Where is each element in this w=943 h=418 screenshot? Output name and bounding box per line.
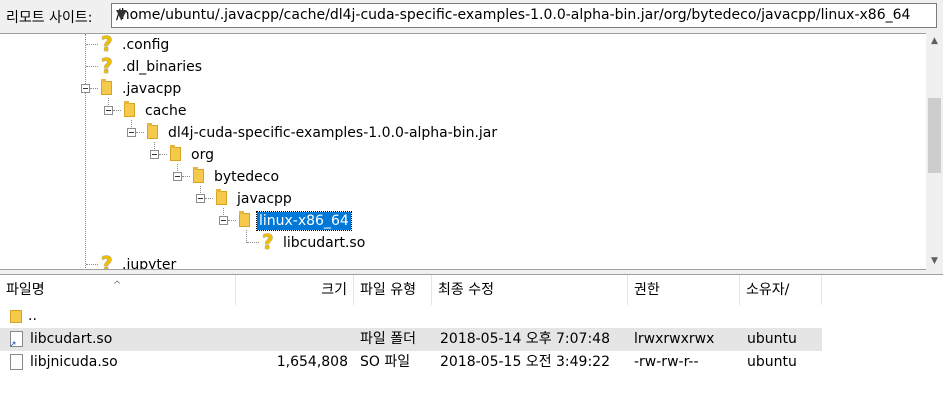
tree-node-label: libcudart.so — [283, 235, 366, 251]
tree-node-label: .config — [122, 37, 170, 53]
collapse-icon[interactable] — [104, 106, 113, 115]
column-header-modified[interactable]: 최종 수정 — [432, 275, 628, 305]
question-icon: ? — [262, 230, 274, 254]
folder-icon — [124, 101, 135, 117]
file-type: 파일 폴더 — [360, 331, 416, 347]
file-name: libjnicuda.so — [30, 354, 118, 370]
folder-icon — [170, 145, 181, 161]
remote-file-list[interactable]: ^ 파일명 크기 파일 유형 최종 수정 권한 소유자/ .. libcudar… — [0, 274, 943, 418]
remote-path-input[interactable]: /home/ubuntu/.javacpp/cache/dl4j-cuda-sp… — [111, 3, 937, 28]
file-type: SO 파일 — [360, 354, 411, 370]
column-header-type[interactable]: 파일 유형 — [354, 275, 432, 305]
file-row-parent[interactable]: .. — [0, 305, 822, 328]
tree-node-label: .dl_binaries — [122, 59, 203, 75]
file-icon — [10, 354, 23, 370]
file-list-header: ^ 파일명 크기 파일 유형 최종 수정 권한 소유자/ — [0, 275, 943, 305]
file-name: libcudart.so — [30, 331, 113, 347]
folder-icon — [147, 123, 158, 139]
tree-node-label: .javacpp — [122, 81, 182, 97]
file-size — [236, 328, 348, 351]
collapse-icon[interactable] — [219, 216, 228, 225]
question-icon: ? — [101, 54, 113, 78]
chevron-down-icon[interactable]: ▼ — [116, 7, 930, 23]
scroll-up-icon[interactable]: ▲ — [926, 33, 943, 50]
question-icon: ? — [101, 33, 113, 56]
tree-node-label: javacpp — [237, 191, 292, 207]
file-modified: 2018-05-14 오후 7:07:48 — [440, 331, 610, 347]
folder-icon — [193, 167, 204, 183]
column-header-size[interactable]: 크기 — [236, 275, 354, 305]
question-icon: ? — [101, 252, 113, 270]
collapse-icon[interactable] — [81, 84, 90, 93]
tree-node-label: linux-x86_64 — [256, 211, 352, 231]
sort-ascending-icon: ^ — [113, 280, 122, 291]
folder-icon — [101, 79, 112, 95]
remote-site-bar: 리모트 사이트: /home/ubuntu/.javacpp/cache/dl4… — [0, 0, 943, 33]
tree-scrollbar[interactable]: ▲ ▼ — [926, 33, 943, 270]
tree-node-label: .jupyter — [122, 257, 177, 270]
collapse-icon[interactable] — [196, 194, 205, 203]
column-header-owner[interactable]: 소유자/ — [740, 275, 822, 305]
file-name: .. — [28, 308, 37, 324]
file-owner: ubuntu — [747, 354, 797, 370]
file-size: 1,654,808 — [276, 354, 348, 370]
remote-directory-tree[interactable]: ? .config ? .dl_binaries .javacpp cache … — [0, 33, 943, 270]
symlink-file-icon — [9, 331, 23, 350]
file-permissions: -rw-rw-r-- — [634, 354, 699, 370]
column-header-filename[interactable]: ^ 파일명 — [0, 275, 236, 305]
folder-icon — [216, 189, 227, 205]
tree-node-label: dl4j-cuda-specific-examples-1.0.0-alpha-… — [168, 125, 498, 141]
remote-site-label: 리모트 사이트: — [6, 10, 93, 26]
file-modified: 2018-05-15 오전 3:49:22 — [440, 354, 610, 370]
collapse-icon[interactable] — [173, 172, 182, 181]
folder-icon — [10, 310, 22, 323]
collapse-icon[interactable] — [150, 150, 159, 159]
tree-node-label: cache — [145, 103, 187, 119]
scroll-down-icon[interactable]: ▼ — [926, 253, 943, 270]
folder-icon — [239, 211, 250, 227]
tree-node-label: org — [191, 147, 214, 163]
column-header-permissions[interactable]: 권한 — [628, 275, 740, 305]
tree-node-label: bytedeco — [214, 169, 280, 185]
file-row-libjnicuda[interactable]: libjnicuda.so 1,654,808 SO 파일 2018-05-15… — [0, 351, 822, 374]
file-row-libcudart[interactable]: libcudart.so 파일 폴더 2018-05-14 오후 7:07:48… — [0, 328, 822, 351]
scrollbar-thumb[interactable] — [928, 98, 941, 173]
file-permissions: lrwxrwxrwx — [634, 331, 715, 347]
collapse-icon[interactable] — [127, 128, 136, 137]
file-owner: ubuntu — [747, 331, 797, 347]
